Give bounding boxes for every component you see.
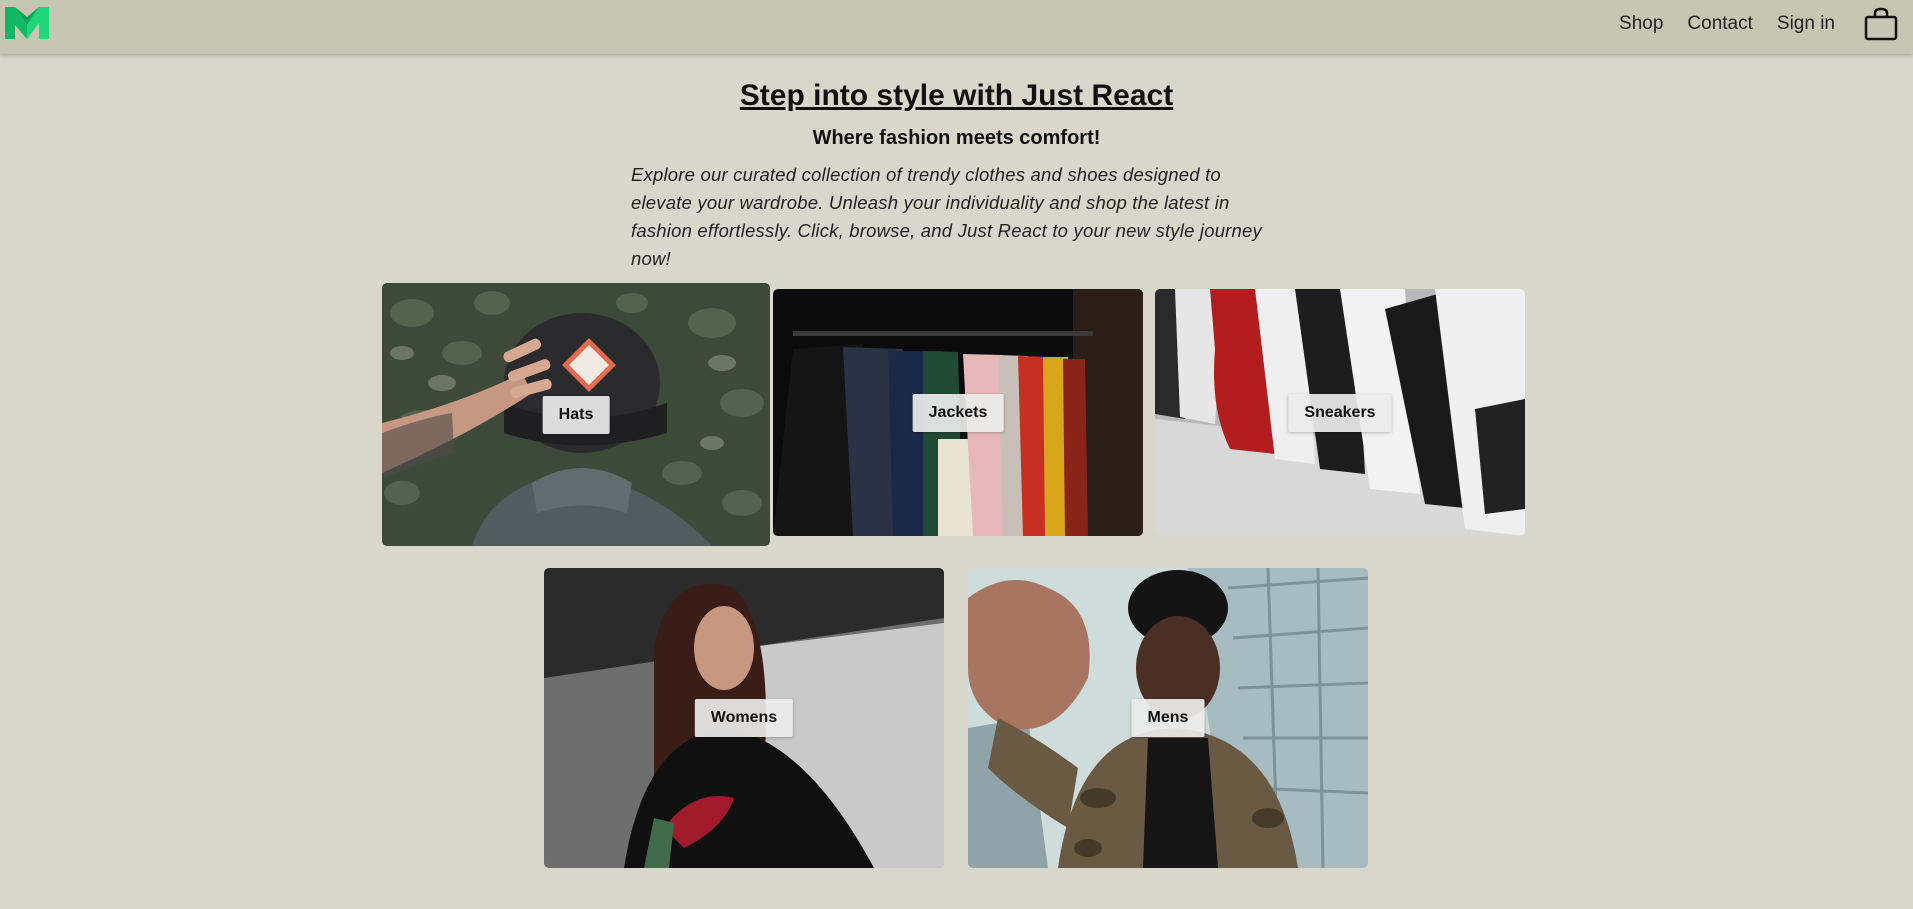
navbar: Shop Contact Sign in bbox=[0, 0, 1913, 54]
category-label[interactable]: Sneakers bbox=[1288, 393, 1392, 432]
category-label[interactable]: Mens bbox=[1131, 699, 1205, 737]
category-card-jackets[interactable]: Jackets bbox=[773, 289, 1143, 536]
category-label[interactable]: Jackets bbox=[912, 393, 1004, 432]
nav-link-contact[interactable]: Contact bbox=[1687, 13, 1752, 35]
hero-description: Explore our curated collection of trendy… bbox=[631, 164, 1262, 269]
category-card-sneakers[interactable]: Sneakers bbox=[1155, 289, 1525, 536]
category-label[interactable]: Womens bbox=[694, 699, 794, 737]
crown-logo-icon[interactable] bbox=[3, 3, 51, 43]
category-card-mens[interactable]: Mens bbox=[968, 568, 1368, 868]
page-title: Step into style with Just React bbox=[739, 79, 1174, 112]
page-subtitle: Where fashion meets comfort! bbox=[812, 127, 1101, 149]
category-label[interactable]: Hats bbox=[542, 395, 610, 434]
shopping-bag-icon[interactable] bbox=[1863, 7, 1899, 41]
category-card-womens[interactable]: Womens bbox=[544, 568, 944, 868]
category-card-hats[interactable]: Hats bbox=[382, 283, 770, 546]
nav-links: Shop Contact Sign in bbox=[1619, 0, 1913, 48]
nav-link-sign-in[interactable]: Sign in bbox=[1777, 13, 1835, 35]
nav-link-shop[interactable]: Shop bbox=[1619, 13, 1663, 35]
